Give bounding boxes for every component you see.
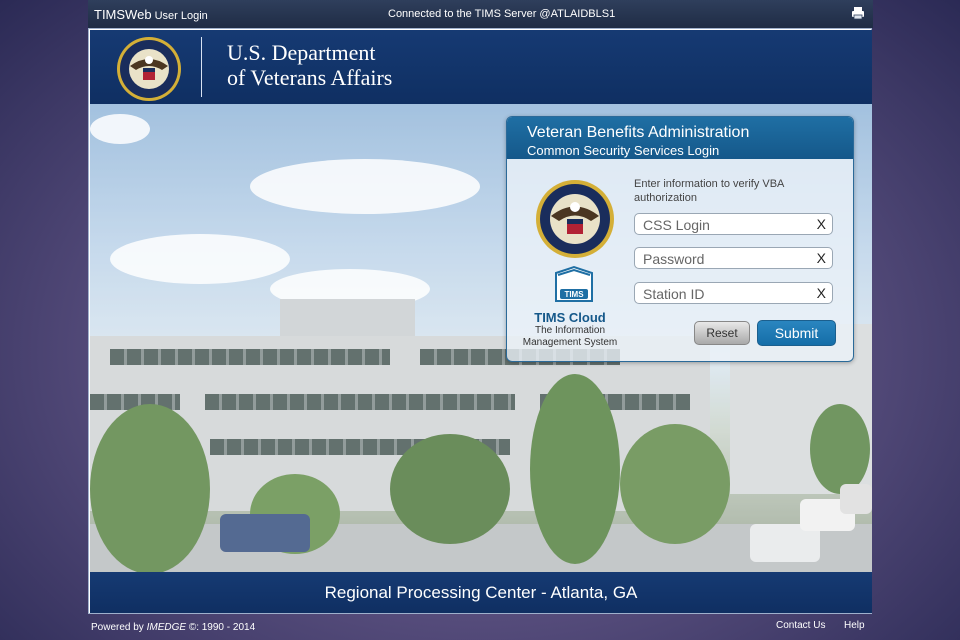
reset-button[interactable]: Reset — [694, 321, 750, 345]
va-seal-icon — [117, 37, 181, 101]
station-id-field: X — [634, 282, 833, 305]
powered-by: Powered by IMEDGE ©: 1990 - 2014 — [91, 622, 255, 633]
password-clear-button[interactable]: X — [817, 250, 826, 266]
login-panel: Veteran Benefits Administration Common S… — [506, 116, 854, 362]
app-title: TIMSWeb User Login — [94, 7, 208, 22]
product-desc-line2: Management System — [522, 337, 618, 348]
password-input[interactable] — [635, 248, 820, 270]
printer-icon[interactable] — [851, 6, 865, 20]
powered-brand: IMEDGE — [146, 622, 187, 633]
product-desc-line1: The Information — [534, 325, 606, 336]
login-header: Veteran Benefits Administration Common S… — [507, 117, 853, 159]
powered-suffix: ©: 1990 - 2014 — [186, 622, 256, 633]
powered-prefix: Powered by — [91, 622, 147, 633]
help-link[interactable]: Help — [844, 620, 865, 631]
css-login-input[interactable] — [635, 214, 820, 236]
login-title: Veteran Benefits Administration — [527, 124, 750, 141]
css-login-field: X — [634, 213, 833, 236]
tims-logo-icon: TIMS — [555, 265, 593, 302]
contact-us-link[interactable]: Contact Us — [776, 620, 825, 631]
product-description: The Information Management System — [507, 325, 633, 349]
va-title-line1: U.S. Department — [227, 40, 376, 65]
submit-button[interactable]: Submit — [757, 320, 836, 346]
bottom-bar: Powered by IMEDGE ©: 1990 - 2014 Contact… — [88, 614, 873, 640]
app-name: TIMSWeb — [94, 7, 152, 22]
station-id-clear-button[interactable]: X — [817, 285, 826, 301]
va-title-line2: of Veterans Affairs — [227, 65, 393, 90]
station-id-input[interactable] — [635, 283, 820, 305]
va-seal-large-icon — [536, 180, 614, 258]
top-bar: TIMSWeb User Login Connected to the TIMS … — [88, 0, 873, 28]
connection-status: Connected to the TIMS Server @ATLAIDBLS1 — [388, 8, 616, 20]
login-instructions: Enter information to verify VBA authoriz… — [634, 178, 784, 204]
va-title: U.S. Department of Veterans Affairs — [227, 40, 392, 90]
product-name: TIMS Cloud — [534, 310, 606, 325]
tims-logo-text: TIMS — [564, 290, 584, 299]
footer-band: Regional Processing Center - Atlanta, GA — [90, 572, 872, 613]
password-field: X — [634, 247, 833, 270]
login-subtitle: Common Security Services Login — [527, 143, 720, 158]
css-login-clear-button[interactable]: X — [817, 216, 826, 232]
va-header: U.S. Department of Veterans Affairs — [90, 30, 872, 104]
app-subtitle: User Login — [154, 10, 208, 22]
header-divider — [201, 37, 202, 97]
